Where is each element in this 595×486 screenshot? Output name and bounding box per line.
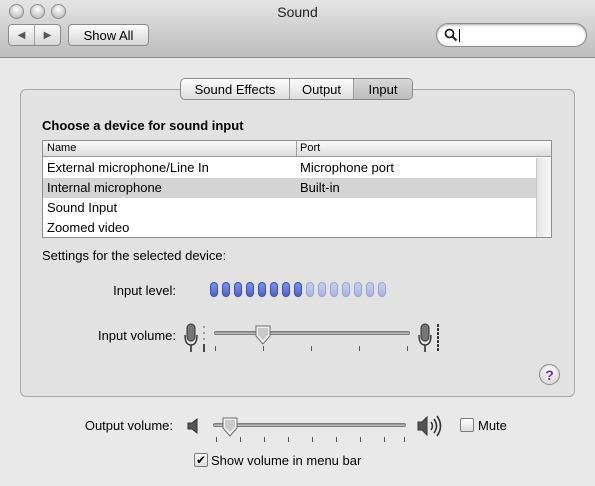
output-volume-thumb[interactable] xyxy=(221,417,239,437)
input-level-segment xyxy=(258,282,266,297)
search-input[interactable] xyxy=(436,23,587,47)
back-arrow-icon[interactable]: ◀ xyxy=(9,25,35,45)
input-level-segment xyxy=(246,282,254,297)
settings-heading: Settings for the selected device: xyxy=(42,248,227,263)
title-bar: Sound ◀ ▶ Show All xyxy=(0,0,595,58)
microphone-high-icon xyxy=(418,323,439,352)
slider-tick xyxy=(263,346,264,351)
slider-tick xyxy=(336,437,337,442)
speaker-high-icon xyxy=(417,415,442,437)
tab-output[interactable]: Output xyxy=(290,79,354,99)
input-volume-track[interactable] xyxy=(214,331,410,335)
slider-tick xyxy=(407,346,408,351)
mute-label[interactable]: Mute xyxy=(478,418,507,433)
input-level-segment xyxy=(330,282,338,297)
input-volume-label: Input volume: xyxy=(97,328,176,343)
show-all-button[interactable]: Show All xyxy=(68,24,149,46)
device-name: Zoomed video xyxy=(47,220,130,235)
slider-tick xyxy=(359,346,360,351)
window-title: Sound xyxy=(277,4,318,20)
column-divider xyxy=(296,141,297,157)
text-caret xyxy=(459,29,460,42)
tab-input[interactable]: Input xyxy=(354,79,412,99)
help-button[interactable]: ? xyxy=(539,364,560,385)
slider-tick xyxy=(312,437,313,442)
slider-tick xyxy=(215,346,216,351)
slider-tick xyxy=(311,346,312,351)
slider-tick xyxy=(264,437,265,442)
device-name: External microphone/Line In xyxy=(47,160,209,175)
input-level-segment xyxy=(378,282,386,297)
input-volume-thumb[interactable] xyxy=(254,325,272,345)
mute-checkbox[interactable] xyxy=(460,418,474,432)
output-volume-track[interactable] xyxy=(213,423,406,427)
show-volume-checkbox[interactable]: ✔ xyxy=(194,453,208,467)
input-level-segment xyxy=(210,282,218,297)
slider-tick xyxy=(288,437,289,442)
device-name: Internal microphone xyxy=(47,180,162,195)
input-level-label: Input level: xyxy=(113,283,176,298)
forward-arrow-icon[interactable]: ▶ xyxy=(35,25,60,45)
input-level-segment xyxy=(354,282,362,297)
table-row[interactable]: Sound Input xyxy=(43,198,537,218)
device-port: Built-in xyxy=(300,180,340,195)
speaker-low-icon xyxy=(187,417,198,435)
input-level-meter xyxy=(210,282,386,297)
output-volume-label: Output volume: xyxy=(84,418,173,433)
table-row-selected[interactable]: Internal microphone Built-in xyxy=(43,178,537,198)
input-level-segment xyxy=(294,282,302,297)
search-icon xyxy=(444,28,458,42)
input-level-segment xyxy=(318,282,326,297)
microphone-low-icon xyxy=(184,323,205,352)
table-row[interactable]: Zoomed video xyxy=(43,218,537,237)
input-level-segment xyxy=(306,282,314,297)
column-header-port[interactable]: Port xyxy=(300,142,320,154)
device-name: Sound Input xyxy=(47,200,118,215)
table-scrollbar[interactable] xyxy=(536,158,551,237)
slider-tick xyxy=(360,437,361,442)
slider-tick xyxy=(384,437,385,442)
tab-bar: Sound Effects Output Input xyxy=(180,78,413,100)
input-level-segment xyxy=(234,282,242,297)
input-level-segment xyxy=(270,282,278,297)
table-header: Name Port xyxy=(43,141,551,157)
input-panel xyxy=(20,89,575,397)
input-device-table[interactable]: Name Port External microphone/Line In Mi… xyxy=(42,140,552,238)
slider-tick xyxy=(216,437,217,442)
tab-sound-effects[interactable]: Sound Effects xyxy=(181,79,290,99)
show-volume-label[interactable]: Show volume in menu bar xyxy=(211,453,361,468)
device-port: Microphone port xyxy=(300,160,394,175)
input-level-segment xyxy=(222,282,230,297)
input-level-segment xyxy=(282,282,290,297)
input-level-segment xyxy=(366,282,374,297)
column-header-name[interactable]: Name xyxy=(47,142,76,154)
table-row[interactable]: External microphone/Line In Microphone p… xyxy=(43,158,537,178)
input-level-segment xyxy=(342,282,350,297)
back-forward-control: ◀ ▶ xyxy=(8,24,61,46)
slider-tick xyxy=(240,437,241,442)
device-list-heading: Choose a device for sound input xyxy=(42,118,244,133)
slider-tick xyxy=(404,437,405,442)
